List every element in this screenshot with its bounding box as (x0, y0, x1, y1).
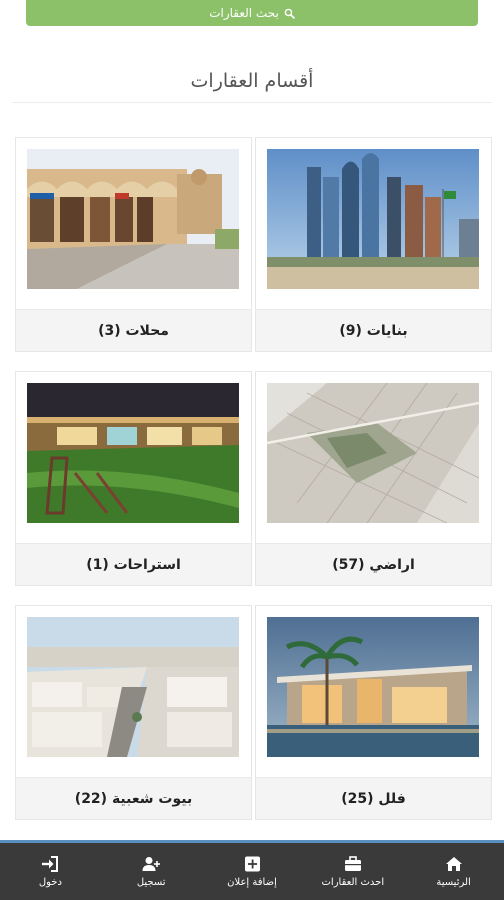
search-icon (284, 8, 295, 19)
folk-houses-photo (27, 617, 239, 757)
category-card-folk-houses[interactable]: بيوت شعبية (22) (15, 605, 252, 820)
category-card-shops[interactable]: محلات (3) (15, 137, 252, 352)
resthouse-photo (27, 383, 239, 523)
category-label-buildings: بنايات (9) (256, 309, 491, 351)
search-properties-button[interactable]: بحث العقارات (26, 0, 478, 26)
category-card-buildings[interactable]: بنايات (9) (255, 137, 492, 352)
nav-register-label: تسجيل (136, 876, 166, 888)
briefcase-icon (344, 855, 361, 871)
user-plus-icon (142, 856, 161, 871)
bottom-navigation: الرئيسية احدث العقارات إضافة إعلان تسجيل (0, 840, 504, 900)
category-label-folk-houses: بيوت شعبية (22) (16, 777, 251, 819)
search-button-label: بحث العقارات (209, 6, 279, 20)
section-title: أقسام العقارات (190, 70, 314, 92)
category-card-resthouses[interactable]: استراحات (1) (15, 371, 252, 586)
nav-login-label: دخول (38, 876, 62, 888)
nav-register[interactable]: تسجيل (101, 843, 202, 900)
nav-latest-properties[interactable]: احدث العقارات (302, 843, 403, 900)
shops-photo (27, 149, 239, 289)
land-aerial-photo (267, 383, 479, 523)
category-card-land[interactable]: اراضي (57) (255, 371, 492, 586)
sign-in-icon (42, 855, 59, 872)
title-divider (12, 102, 492, 103)
nav-add-listing[interactable]: إضافة إعلان (202, 843, 303, 900)
nav-latest-label: احدث العقارات (321, 876, 385, 888)
category-label-shops: محلات (3) (16, 309, 251, 351)
villa-photo (267, 617, 479, 757)
nav-login[interactable]: دخول (0, 843, 101, 900)
home-icon (445, 856, 462, 871)
nav-home[interactable]: الرئيسية (403, 843, 504, 900)
category-label-villas: فلل (25) (256, 777, 491, 819)
nav-add-listing-label: إضافة إعلان (227, 876, 277, 888)
nav-home-label: الرئيسية (436, 876, 471, 888)
category-label-resthouses: استراحات (1) (16, 543, 251, 585)
category-label-land: اراضي (57) (256, 543, 491, 585)
towers-photo (267, 149, 479, 289)
category-card-villas[interactable]: فلل (25) (255, 605, 492, 820)
plus-square-icon (245, 856, 261, 871)
